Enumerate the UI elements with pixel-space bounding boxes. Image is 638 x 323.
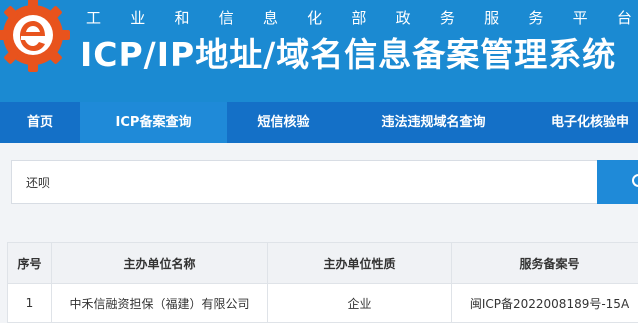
platform-name-char: 化 — [307, 7, 322, 28]
site-header: 工 业 和 信 息 化 部 政 务 服 务 平 台 ICP/IP地址/域名信息备… — [0, 0, 638, 102]
table-row[interactable]: 1 中禾信融资担保（福建）有限公司 企业 闽ICP备2022008189号-15… — [8, 284, 638, 323]
platform-name-char: 和 — [174, 7, 189, 28]
platform-name-char: 务 — [528, 7, 543, 28]
results-table: 序号 主办单位名称 主办单位性质 服务备案号 1 中禾信融资担保（福建）有限公司… — [7, 242, 638, 323]
site-logo-icon — [0, 0, 72, 74]
platform-name-char: 服 — [484, 7, 499, 28]
col-header-organizer-type: 主办单位性质 — [268, 243, 452, 284]
cell-license-number[interactable]: 闽ICP备2022008189号-15A — [452, 284, 638, 323]
col-header-license-number: 服务备案号 — [452, 243, 638, 284]
platform-name-char: 工 — [86, 7, 101, 28]
search-input[interactable] — [12, 161, 596, 203]
platform-name-char: 平 — [573, 7, 588, 28]
col-header-index: 序号 — [8, 243, 52, 284]
search-icon — [631, 173, 638, 191]
system-title: ICP/IP地址/域名信息备案管理系统 — [80, 28, 616, 76]
platform-name-char: 信 — [219, 7, 234, 28]
table-header-row: 序号 主办单位名称 主办单位性质 服务备案号 — [8, 243, 638, 284]
platform-name-char: 业 — [130, 7, 145, 28]
nav-item-e-verification[interactable]: 电子化核验申 — [527, 102, 638, 143]
col-header-organizer-name: 主办单位名称 — [52, 243, 268, 284]
platform-name-char: 政 — [396, 7, 411, 28]
nav-item-illegal-domain-query[interactable]: 违法违规域名查询 — [340, 102, 527, 143]
nav-item-sms-verify[interactable]: 短信核验 — [227, 102, 340, 143]
platform-name-char: 息 — [263, 7, 278, 28]
search-button[interactable] — [597, 160, 638, 204]
cell-index: 1 — [8, 284, 52, 323]
platform-name-char: 台 — [617, 7, 632, 28]
nav-item-icp-query[interactable]: ICP备案查询 — [80, 102, 227, 143]
platform-name-char: 务 — [440, 7, 455, 28]
platform-name-char: 部 — [351, 7, 366, 28]
cell-organizer-type: 企业 — [268, 284, 452, 323]
search-bar — [11, 160, 638, 204]
main-nav: 首页 ICP备案查询 短信核验 违法违规域名查询 电子化核验申 — [0, 102, 638, 143]
nav-item-home[interactable]: 首页 — [0, 102, 80, 143]
cell-organizer-name: 中禾信融资担保（福建）有限公司 — [52, 284, 268, 323]
platform-name: 工 业 和 信 息 化 部 政 务 服 务 平 台 — [86, 5, 638, 29]
